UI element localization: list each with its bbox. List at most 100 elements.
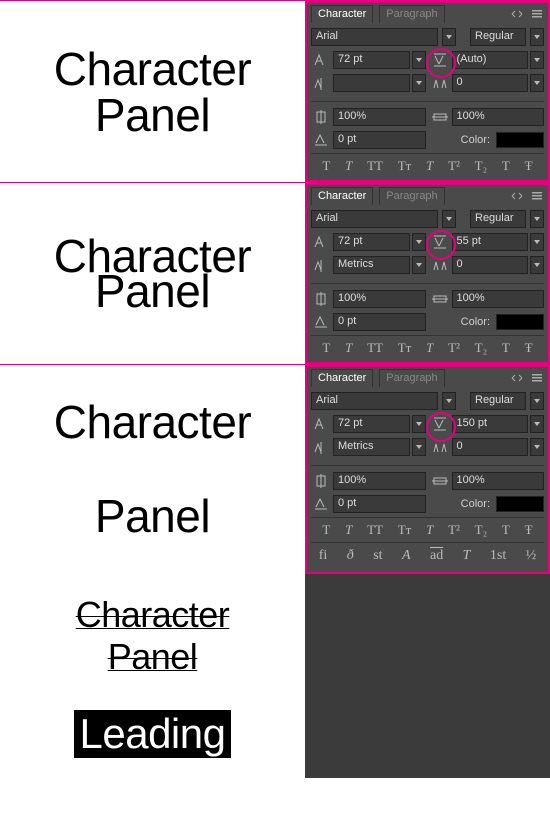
dropdown-button[interactable]	[530, 392, 544, 410]
type-style-button[interactable]: TT	[367, 522, 383, 538]
vscale-input[interactable]: 100%	[333, 108, 426, 126]
type-style-button[interactable]: Tт	[398, 340, 412, 356]
panel-menu-icon[interactable]	[530, 371, 544, 385]
baseline-input[interactable]: 0 pt	[333, 131, 426, 149]
dropdown-button[interactable]	[412, 51, 426, 69]
color-label: Color:	[461, 498, 490, 510]
tab-paragraph[interactable]: Paragraph	[379, 187, 444, 205]
dropdown-button[interactable]	[412, 438, 426, 456]
dropdown-button[interactable]	[530, 256, 544, 274]
panel-menu-icon[interactable]	[530, 7, 544, 21]
hscale-icon	[430, 109, 450, 125]
vscale-input[interactable]: 100%	[333, 472, 426, 490]
color-label: Color:	[461, 316, 490, 328]
type-style-button[interactable]: T₂	[475, 158, 487, 174]
leading-icon	[430, 234, 450, 250]
collapse-icon[interactable]	[510, 371, 524, 385]
type-style-button[interactable]: T	[502, 522, 510, 538]
sample-text: CharacterPanel	[0, 365, 305, 574]
tab-paragraph[interactable]: Paragraph	[379, 369, 444, 387]
hscale-input[interactable]: 100%	[452, 108, 545, 126]
kerning-input[interactable]	[333, 74, 410, 92]
hscale-input[interactable]: 100%	[452, 290, 545, 308]
color-swatch[interactable]	[496, 496, 544, 512]
type-style-button[interactable]: T²	[448, 158, 460, 174]
font-size-input[interactable]: 72 pt	[333, 51, 410, 69]
type-style-button[interactable]: TT	[367, 340, 383, 356]
dropdown-button[interactable]	[530, 74, 544, 92]
dropdown-button[interactable]	[412, 415, 426, 433]
sample-strikethrough: Character Panel	[20, 594, 285, 678]
tab-paragraph[interactable]: Paragraph	[379, 5, 444, 23]
baseline-input[interactable]: 0 pt	[333, 495, 426, 513]
baseline-input[interactable]: 0 pt	[333, 313, 426, 331]
tab-character[interactable]: Character	[311, 369, 373, 387]
kerning-icon	[311, 439, 331, 455]
font-family-input[interactable]: Arial	[311, 392, 438, 410]
dropdown-button[interactable]	[530, 51, 544, 69]
dropdown-button[interactable]	[442, 28, 456, 46]
type-style-button[interactable]: T	[345, 158, 352, 174]
dropdown-button[interactable]	[530, 415, 544, 433]
color-swatch[interactable]	[496, 132, 544, 148]
type-style-button[interactable]: Tт	[398, 158, 412, 174]
type-style-button[interactable]: T	[322, 522, 330, 538]
color-swatch[interactable]	[496, 314, 544, 330]
type-style-button[interactable]: T	[502, 340, 510, 356]
type-style-button[interactable]: T	[426, 158, 433, 174]
dropdown-button[interactable]	[530, 210, 544, 228]
tracking-input[interactable]: 0	[452, 438, 529, 456]
type-style-button[interactable]: T₂	[475, 522, 487, 538]
empty-panel-area	[305, 574, 550, 778]
type-style-button[interactable]: T	[502, 158, 510, 174]
type-style-button[interactable]: T²	[448, 522, 460, 538]
leading-input[interactable]: 150 pt	[452, 415, 529, 433]
type-style-button[interactable]: T	[322, 340, 330, 356]
font-family-input[interactable]: Arial	[311, 210, 438, 228]
type-style-button[interactable]: T	[345, 522, 352, 538]
vscale-icon	[311, 291, 331, 307]
type-style-button[interactable]: TT	[367, 158, 383, 174]
leading-input[interactable]: 55 pt	[452, 233, 529, 251]
font-family-input[interactable]: Arial	[311, 28, 438, 46]
collapse-icon[interactable]	[510, 7, 524, 21]
hscale-input[interactable]: 100%	[452, 472, 545, 490]
tab-character[interactable]: Character	[311, 187, 373, 205]
tracking-input[interactable]: 0	[452, 74, 529, 92]
font-size-input[interactable]: 72 pt	[333, 233, 410, 251]
dropdown-button[interactable]	[412, 74, 426, 92]
dropdown-button[interactable]	[442, 210, 456, 228]
font-style-input[interactable]: Regular	[470, 28, 526, 46]
tracking-input[interactable]: 0	[452, 256, 529, 274]
font-style-input[interactable]: Regular	[470, 210, 526, 228]
font-style-input[interactable]: Regular	[470, 392, 526, 410]
vscale-icon	[311, 109, 331, 125]
type-style-button[interactable]: Tт	[398, 522, 412, 538]
dropdown-button[interactable]	[530, 233, 544, 251]
kerning-icon	[311, 257, 331, 273]
leading-input[interactable]: (Auto)	[452, 51, 529, 69]
font-size-icon	[311, 52, 331, 68]
dropdown-button[interactable]	[412, 233, 426, 251]
type-style-button[interactable]: T	[345, 340, 352, 356]
font-size-icon	[311, 234, 331, 250]
type-style-button[interactable]: T²	[448, 340, 460, 356]
kerning-input[interactable]: Metrics	[333, 256, 410, 274]
dropdown-button[interactable]	[442, 392, 456, 410]
type-style-button[interactable]: T	[426, 340, 433, 356]
dropdown-button[interactable]	[530, 28, 544, 46]
type-style-button[interactable]: Ŧ	[525, 522, 533, 538]
vscale-input[interactable]: 100%	[333, 290, 426, 308]
tab-character[interactable]: Character	[311, 5, 373, 23]
type-style-button[interactable]: Ŧ	[525, 340, 533, 356]
dropdown-button[interactable]	[530, 438, 544, 456]
font-size-input[interactable]: 72 pt	[333, 415, 410, 433]
type-style-button[interactable]: T₂	[475, 340, 487, 356]
type-style-button[interactable]: T	[426, 522, 433, 538]
kerning-input[interactable]: Metrics	[333, 438, 410, 456]
type-style-button[interactable]: T	[322, 158, 330, 174]
panel-menu-icon[interactable]	[530, 189, 544, 203]
dropdown-button[interactable]	[412, 256, 426, 274]
collapse-icon[interactable]	[510, 189, 524, 203]
type-style-button[interactable]: Ŧ	[525, 158, 533, 174]
